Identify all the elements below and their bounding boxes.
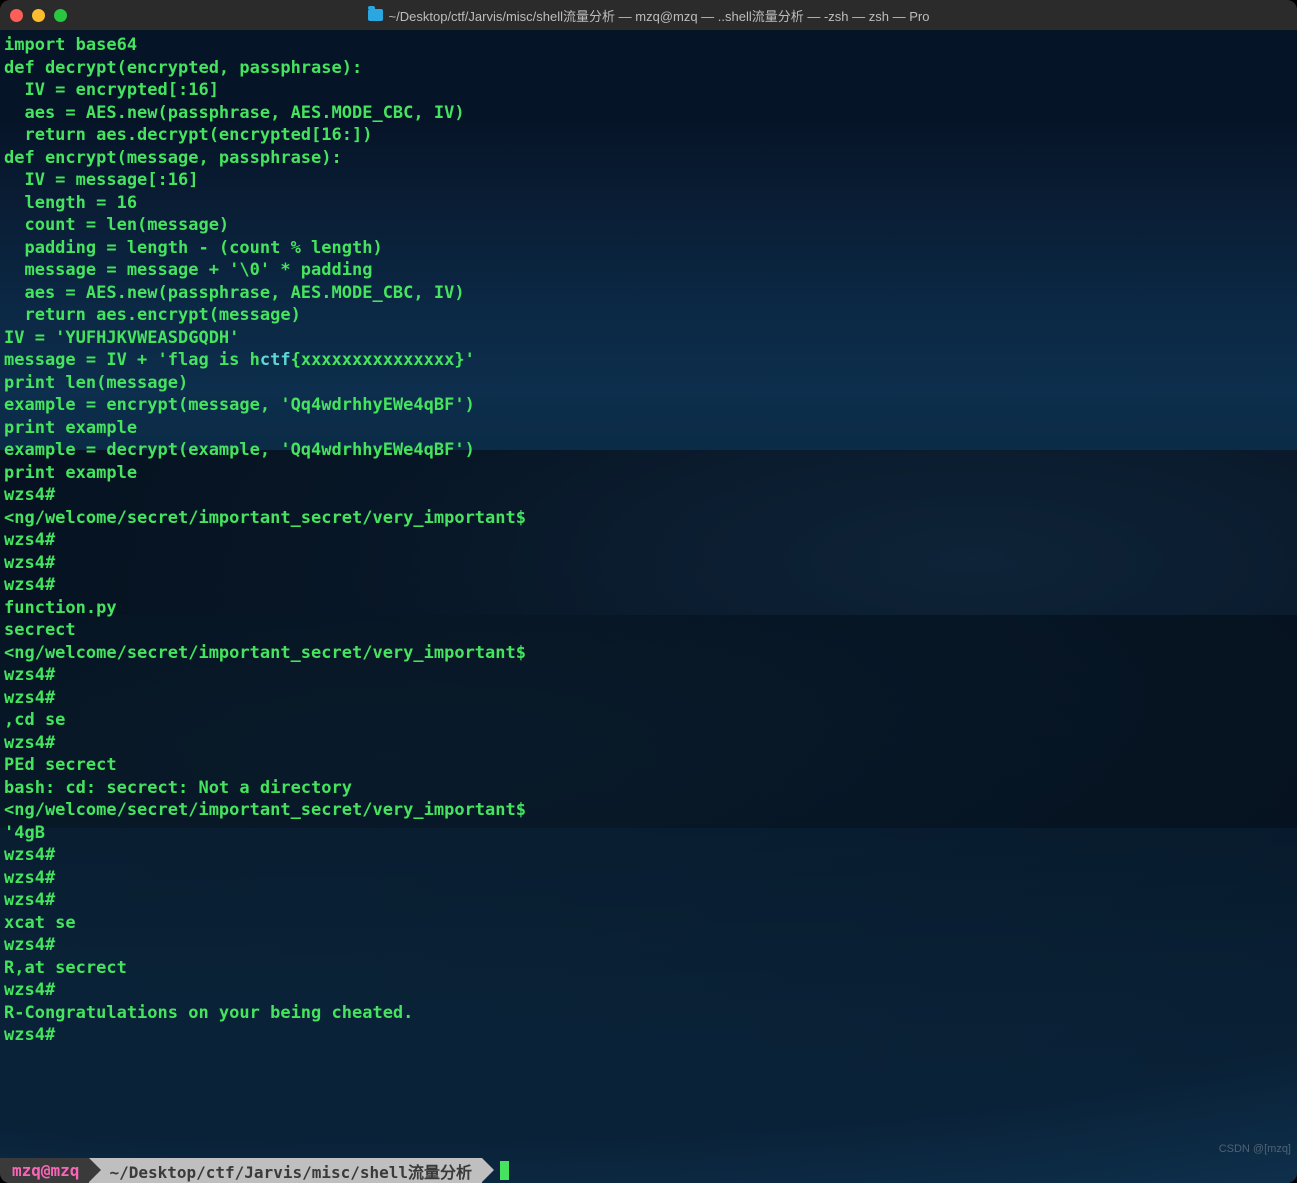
status-user: mzq@mzq bbox=[12, 1161, 79, 1180]
terminal-line: IV = 'YUFHJKVWEASDGQDH' bbox=[4, 327, 1293, 350]
terminal-line: ,cd se bbox=[4, 709, 1293, 732]
status-path: ~/Desktop/ctf/Jarvis/misc/shell流量分析 bbox=[109, 1159, 472, 1183]
terminal-line: wzs4# bbox=[4, 552, 1293, 575]
terminal-line: import base64 bbox=[4, 34, 1293, 57]
terminal-text: message = IV + 'flag is h bbox=[4, 350, 260, 370]
terminal-line: IV = message[:16] bbox=[4, 169, 1293, 192]
terminal-line: <ng/welcome/secret/important_secret/very… bbox=[4, 642, 1293, 665]
terminal-line: message = message + '\0' * padding bbox=[4, 259, 1293, 282]
terminal-line: wzs4# bbox=[4, 889, 1293, 912]
statusbar: mzq@mzq ~/Desktop/ctf/Jarvis/misc/shell流… bbox=[0, 1158, 1297, 1183]
terminal-line: wzs4# bbox=[4, 844, 1293, 867]
terminal-line: wzs4# bbox=[4, 732, 1293, 755]
terminal-line: <ng/welcome/secret/important_secret/very… bbox=[4, 507, 1293, 530]
terminal-line: wzs4# bbox=[4, 1024, 1293, 1047]
terminal-line: xcat se bbox=[4, 912, 1293, 935]
terminal-line: def encrypt(message, passphrase): bbox=[4, 147, 1293, 170]
terminal-line: IV = encrypted[:16] bbox=[4, 79, 1293, 102]
terminal-line: secrect bbox=[4, 619, 1293, 642]
terminal-line: PEd secrect bbox=[4, 754, 1293, 777]
terminal-line: example = encrypt(message, 'Qq4wdrhhyEWe… bbox=[4, 394, 1293, 417]
terminal-line: R-Congratulations on your being cheated. bbox=[4, 1002, 1293, 1025]
terminal-line: return aes.decrypt(encrypted[16:]) bbox=[4, 124, 1293, 147]
terminal-line: aes = AES.new(passphrase, AES.MODE_CBC, … bbox=[4, 102, 1293, 125]
status-cursor-area[interactable] bbox=[482, 1158, 1297, 1183]
terminal-line: wzs4# bbox=[4, 979, 1293, 1002]
titlebar: ~/Desktop/ctf/Jarvis/misc/shell流量分析 — mz… bbox=[0, 0, 1297, 30]
folder-icon bbox=[368, 9, 383, 21]
terminal-text: {xxxxxxxxxxxxxxx}' bbox=[291, 350, 475, 370]
window-title: ~/Desktop/ctf/Jarvis/misc/shell流量分析 — mz… bbox=[0, 0, 1297, 30]
terminal-window: ~/Desktop/ctf/Jarvis/misc/shell流量分析 — mz… bbox=[0, 0, 1297, 1183]
terminal-line: print example bbox=[4, 417, 1293, 440]
terminal-line: '4gB bbox=[4, 822, 1293, 845]
terminal-line: R,at secrect bbox=[4, 957, 1293, 980]
terminal-line: padding = length - (count % length) bbox=[4, 237, 1293, 260]
terminal-line: def decrypt(encrypted, passphrase): bbox=[4, 57, 1293, 80]
terminal-line: wzs4# bbox=[4, 687, 1293, 710]
terminal-line: bash: cd: secrect: Not a directory bbox=[4, 777, 1293, 800]
terminal-line: count = len(message) bbox=[4, 214, 1293, 237]
terminal-line: <ng/welcome/secret/important_secret/very… bbox=[4, 799, 1293, 822]
window-title-text: ~/Desktop/ctf/Jarvis/misc/shell流量分析 — mz… bbox=[389, 6, 930, 25]
terminal-line: function.py bbox=[4, 597, 1293, 620]
status-user-segment: mzq@mzq bbox=[0, 1158, 89, 1183]
terminal-line: wzs4# bbox=[4, 934, 1293, 957]
terminal-line: wzs4# bbox=[4, 529, 1293, 552]
cursor-icon bbox=[500, 1161, 509, 1180]
status-path-segment: ~/Desktop/ctf/Jarvis/misc/shell流量分析 bbox=[89, 1158, 482, 1183]
terminal-line: wzs4# bbox=[4, 484, 1293, 507]
terminal-line: example = decrypt(example, 'Qq4wdrhhyEWe… bbox=[4, 439, 1293, 462]
terminal-line: message = IV + 'flag is hctf{xxxxxxxxxxx… bbox=[4, 349, 1293, 372]
terminal-line: print len(message) bbox=[4, 372, 1293, 395]
terminal-highlight: ctf bbox=[260, 350, 291, 370]
terminal-body[interactable]: import base64def decrypt(encrypted, pass… bbox=[0, 30, 1297, 1183]
terminal-line: print example bbox=[4, 462, 1293, 485]
terminal-line: length = 16 bbox=[4, 192, 1293, 215]
terminal-line: aes = AES.new(passphrase, AES.MODE_CBC, … bbox=[4, 282, 1293, 305]
terminal-line: wzs4# bbox=[4, 867, 1293, 890]
terminal-line: wzs4# bbox=[4, 664, 1293, 687]
watermark: CSDN @[mzq] bbox=[1219, 1143, 1291, 1155]
terminal-line: wzs4# bbox=[4, 574, 1293, 597]
terminal-line: return aes.encrypt(message) bbox=[4, 304, 1293, 327]
